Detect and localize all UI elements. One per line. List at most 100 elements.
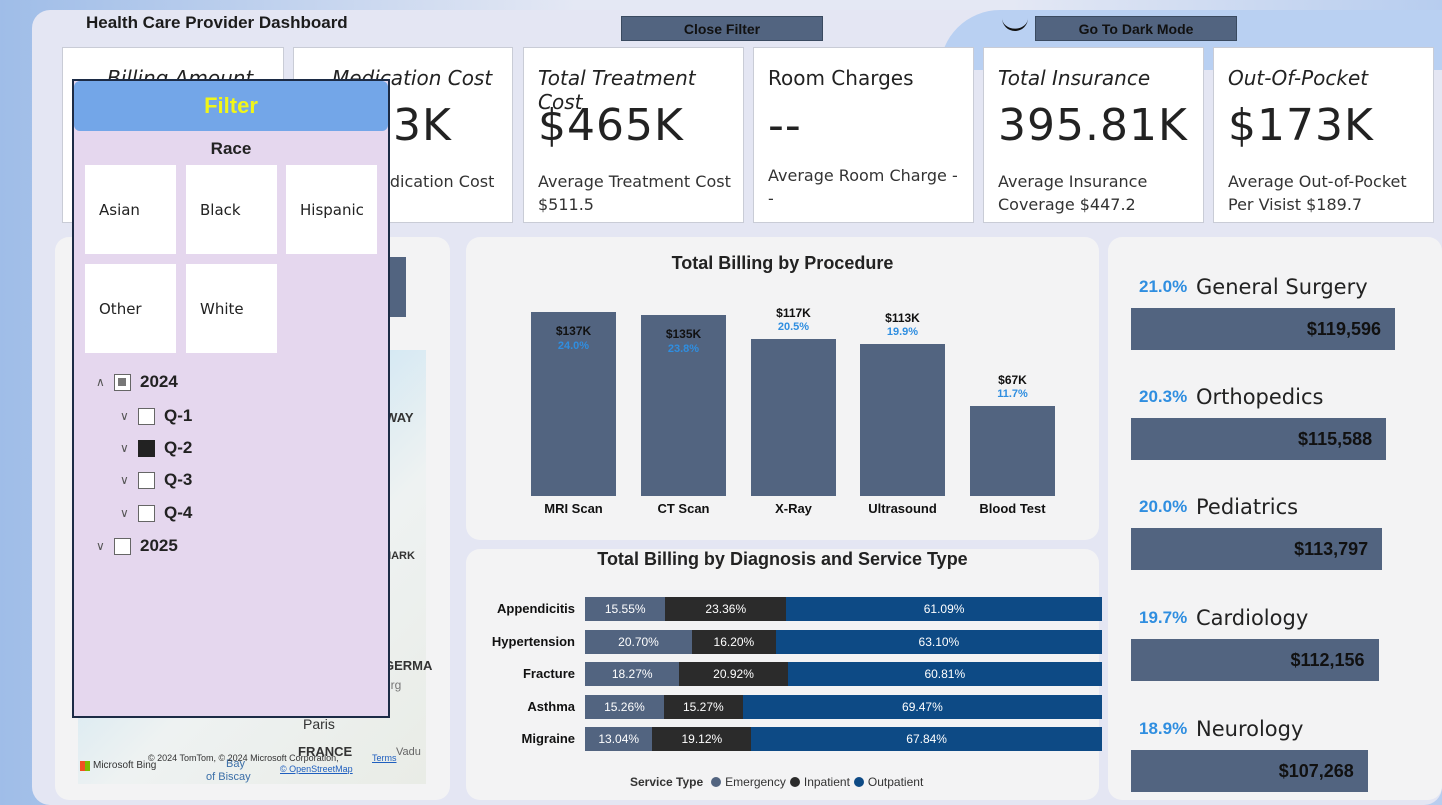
kpi-subtitle: Average Room Charge - - bbox=[768, 166, 958, 208]
chevron-down-icon[interactable]: ∨ bbox=[120, 409, 138, 423]
race-option-other[interactable]: Other bbox=[85, 264, 176, 353]
stacked-segment[interactable]: 15.27% bbox=[663, 695, 743, 719]
kpi-value: $465K bbox=[538, 100, 684, 151]
procedure-bar[interactable] bbox=[970, 406, 1055, 496]
service-type-legend: Service Type Emergency Inpatient Outpati… bbox=[630, 775, 923, 789]
map-attribution: © 2024 TomTom, © 2024 Microsoft Corporat… bbox=[148, 753, 339, 763]
chevron-down-icon[interactable]: ∨ bbox=[120, 473, 138, 487]
specialty-bar[interactable]: $112,156 bbox=[1131, 639, 1379, 681]
bar-category-label: Ultrasound bbox=[868, 501, 937, 516]
specialty-name: Cardiology bbox=[1196, 606, 1309, 630]
checkbox[interactable] bbox=[138, 471, 155, 489]
specialty-bar[interactable]: $113,797 bbox=[1131, 528, 1383, 570]
osm-link[interactable]: © OpenStreetMap bbox=[280, 764, 353, 774]
map-label: Paris bbox=[303, 716, 335, 732]
chart-title: Total Billing by Diagnosis and Service T… bbox=[597, 549, 968, 569]
checkbox[interactable] bbox=[114, 537, 131, 555]
stacked-segment[interactable]: 61.09% bbox=[786, 597, 1102, 621]
kpi-card-out-of-pocket: Out-Of-Pocket $173K Average Out-of-Pocke… bbox=[1213, 47, 1434, 223]
race-option-asian[interactable]: Asian bbox=[85, 165, 176, 254]
race-option-black[interactable]: Black bbox=[186, 165, 277, 254]
bar-value-label: $67K bbox=[998, 373, 1027, 387]
kpi-subtitle: Average Insurance Coverage $447.2 bbox=[998, 172, 1148, 214]
specialty-name: Pediatrics bbox=[1196, 495, 1299, 519]
race-option-hispanic[interactable]: Hispanic bbox=[286, 165, 377, 254]
stacked-segment[interactable]: 20.70% bbox=[585, 630, 693, 654]
specialty-name: Neurology bbox=[1196, 717, 1304, 741]
page-title: Health Care Provider Dashboard bbox=[86, 13, 348, 32]
stacked-segment[interactable]: 19.12% bbox=[652, 727, 752, 751]
race-slicer-title: Race bbox=[210, 139, 252, 158]
specialty-percent: 18.9% bbox=[1139, 719, 1188, 738]
dark-mode-button[interactable]: Go To Dark Mode bbox=[1035, 16, 1237, 41]
stacked-segment[interactable]: 23.36% bbox=[665, 597, 787, 621]
legend-swatch bbox=[853, 777, 864, 787]
stacked-segment[interactable]: 63.10% bbox=[775, 630, 1102, 654]
row-label: Asthma bbox=[527, 699, 575, 714]
moon-icon[interactable] bbox=[1000, 12, 1030, 36]
stacked-segment[interactable]: 20.92% bbox=[679, 662, 788, 686]
legend-item: Inpatient bbox=[803, 775, 850, 789]
procedure-bar[interactable] bbox=[860, 344, 945, 496]
tree-item-q4[interactable]: ∨ Q-4 bbox=[120, 503, 192, 523]
map-terms-link[interactable]: Terms bbox=[372, 753, 397, 763]
tree-item-2024[interactable]: ∧ 2024 bbox=[96, 372, 178, 392]
stacked-segment[interactable]: 67.84% bbox=[751, 727, 1102, 751]
specialty-name: Orthopedics bbox=[1196, 385, 1324, 409]
legend-swatch bbox=[789, 777, 800, 787]
bar-value-label: $117K bbox=[776, 305, 811, 320]
kpi-title: Room Charges bbox=[768, 66, 914, 90]
tree-item-q1[interactable]: ∨ Q-1 bbox=[120, 406, 192, 426]
map-label: of Biscay bbox=[206, 771, 251, 783]
stacked-segment[interactable]: 60.81% bbox=[787, 662, 1102, 686]
stacked-segment[interactable]: 13.04% bbox=[585, 727, 653, 751]
kpi-card-insurance: Total Insurance 395.81K Average Insuranc… bbox=[983, 47, 1204, 223]
tree-item-q2[interactable]: ∨ Q-2 bbox=[120, 438, 192, 458]
bar-percent-label: 23.8% bbox=[667, 342, 700, 355]
specialty-bar[interactable]: $115,588 bbox=[1131, 418, 1387, 460]
filter-title: Filter bbox=[74, 81, 388, 131]
kpi-value: 395.81K bbox=[998, 100, 1188, 151]
tree-item-2025[interactable]: ∨ 2025 bbox=[96, 536, 178, 556]
chevron-down-icon[interactable]: ∨ bbox=[120, 506, 138, 520]
stacked-segment[interactable]: 16.20% bbox=[692, 630, 776, 654]
bar-percent-label: 20.5% bbox=[777, 320, 810, 333]
bar-value-label: $135K bbox=[665, 326, 702, 341]
bar-percent-label: 11.7% bbox=[997, 388, 1028, 400]
checkbox[interactable] bbox=[114, 373, 131, 391]
specialty-bar[interactable]: $107,268 bbox=[1131, 750, 1368, 792]
race-option-white[interactable]: White bbox=[186, 264, 277, 353]
kpi-value: $173K bbox=[1228, 100, 1374, 151]
bar-percent-label: 19.9% bbox=[886, 326, 919, 339]
kpi-subtitle: Average Out-of-Pocket Per Visist $189.7 bbox=[1228, 172, 1407, 214]
legend-item: Emergency bbox=[725, 775, 786, 789]
legend-item: Outpatient bbox=[867, 775, 924, 789]
stacked-segment[interactable]: 15.26% bbox=[585, 695, 664, 719]
stacked-segment[interactable]: 15.55% bbox=[585, 597, 666, 621]
close-filter-button[interactable]: Close Filter bbox=[621, 16, 823, 41]
stacked-segment[interactable]: 69.47% bbox=[742, 695, 1102, 719]
specialty-bar[interactable]: $119,596 bbox=[1131, 308, 1395, 350]
map-label: Vadu bbox=[396, 746, 421, 758]
kpi-card-room: Room Charges -- Average Room Charge - - bbox=[753, 47, 974, 223]
procedure-bar[interactable] bbox=[751, 338, 836, 496]
stacked-segment[interactable]: 18.27% bbox=[585, 662, 680, 686]
kpi-value: -- bbox=[768, 100, 802, 151]
checkbox[interactable] bbox=[138, 407, 155, 425]
chevron-up-icon[interactable]: ∧ bbox=[96, 375, 114, 389]
checkbox[interactable] bbox=[138, 504, 155, 522]
legend-swatch bbox=[711, 777, 722, 787]
row-label: Hypertension bbox=[491, 634, 575, 649]
tree-item-q3[interactable]: ∨ Q-3 bbox=[120, 470, 192, 490]
kpi-title: Total Insurance bbox=[998, 66, 1151, 90]
checkbox[interactable] bbox=[138, 439, 155, 457]
row-label: Fracture bbox=[522, 666, 575, 681]
chevron-down-icon[interactable]: ∨ bbox=[96, 539, 114, 553]
map-label: GERMA bbox=[384, 658, 433, 673]
bar-category-label: CT Scan bbox=[657, 501, 710, 516]
bar-category-label: Blood Test bbox=[979, 501, 1046, 516]
kpi-card-treatment: Total Treatment Cost $465K Average Treat… bbox=[523, 47, 744, 223]
bing-logo: Microsoft Bing bbox=[80, 760, 156, 771]
bar-category-label: X-Ray bbox=[775, 501, 812, 516]
chevron-down-icon[interactable]: ∨ bbox=[120, 441, 138, 455]
